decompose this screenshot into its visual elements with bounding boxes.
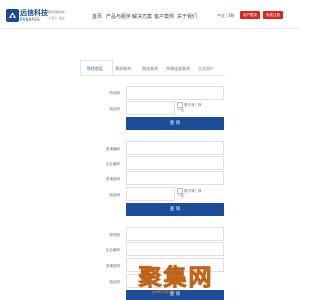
company-code-input[interactable] [126, 156, 224, 170]
watermark-text: 聚集网 [138, 264, 214, 288]
logistics-code-label: 物流码 [109, 233, 121, 237]
tab-anti-counterfeit[interactable]: 防伪验证 [87, 66, 103, 72]
tab-underline [80, 75, 225, 76]
logistics-code-input[interactable] [126, 227, 224, 241]
search-button-3[interactable]: 查 询 [126, 290, 224, 300]
captcha-image-2[interactable]: 看不清？换 一张 [177, 188, 202, 199]
panpass-logo-icon [6, 9, 19, 22]
tab-logistics[interactable]: 物流查询 [142, 66, 158, 72]
query-password-input[interactable] [126, 171, 224, 185]
captcha-input[interactable] [126, 101, 175, 115]
header-divider [0, 28, 300, 29]
lang-cn-link[interactable]: 中文 [217, 13, 225, 18]
nav-products-services[interactable]: 产品与服务 [106, 13, 131, 20]
slogan-line-1: 国家专精特新 [47, 10, 66, 14]
watermark-logo: 聚集网 [137, 264, 214, 288]
slogan-line-2: "小巨人"企业 [47, 16, 65, 20]
nav-cases[interactable]: 客户案例 [154, 13, 174, 20]
captcha-refresh-text: 看不清？换 [184, 189, 202, 193]
captcha-label-3: 验证码 [109, 280, 121, 284]
lang-en-link[interactable]: EN [228, 13, 234, 18]
query-code-input[interactable] [126, 141, 224, 155]
code-label: 防伪码 [109, 91, 121, 95]
captcha-image[interactable]: 看不清？换 一张 [177, 102, 202, 113]
watermark-url: jujiwang.cn [152, 289, 175, 294]
tab-enterprise-user[interactable]: 企业用户 [198, 66, 214, 72]
captcha-refresh-text-2: 一张 [177, 108, 184, 112]
captcha-refresh-text: 看不清？换 [184, 103, 202, 107]
language-switch: 中文|EN [217, 13, 234, 19]
search-button-2[interactable]: 查 询 [126, 203, 224, 216]
nav-about[interactable]: 关于我们 [177, 13, 197, 20]
brand-name-en: PANPASS [20, 17, 40, 22]
captcha-label: 验证码 [109, 107, 121, 111]
tab-terminal-connection[interactable]: 终端连接查询 [166, 66, 190, 72]
nav-solutions[interactable]: 解决方案 [132, 13, 152, 20]
query-password-label-3: 查询密码 [106, 264, 120, 268]
captcha-label-2: 验证码 [109, 193, 121, 197]
login-button[interactable]: 用户登录 [240, 11, 260, 19]
query-code-label: 查询编码 [106, 147, 120, 151]
query-password-label: 查询密码 [106, 177, 120, 181]
company-code-label: 企业编号 [106, 162, 120, 166]
tab-traceability[interactable]: 溯源查询 [115, 66, 131, 72]
register-button[interactable]: 免费注册 [263, 11, 283, 19]
anti-counterfeit-code-input[interactable] [126, 86, 224, 100]
captcha-refresh-text-2: 一张 [177, 194, 184, 198]
company-code-label-3: 企业编号 [106, 248, 120, 252]
nav-home[interactable]: 首页 [92, 13, 102, 20]
captcha-input-2[interactable] [126, 187, 175, 201]
search-button-1[interactable]: 查 询 [126, 117, 224, 130]
company-code-input-3[interactable] [126, 242, 224, 256]
